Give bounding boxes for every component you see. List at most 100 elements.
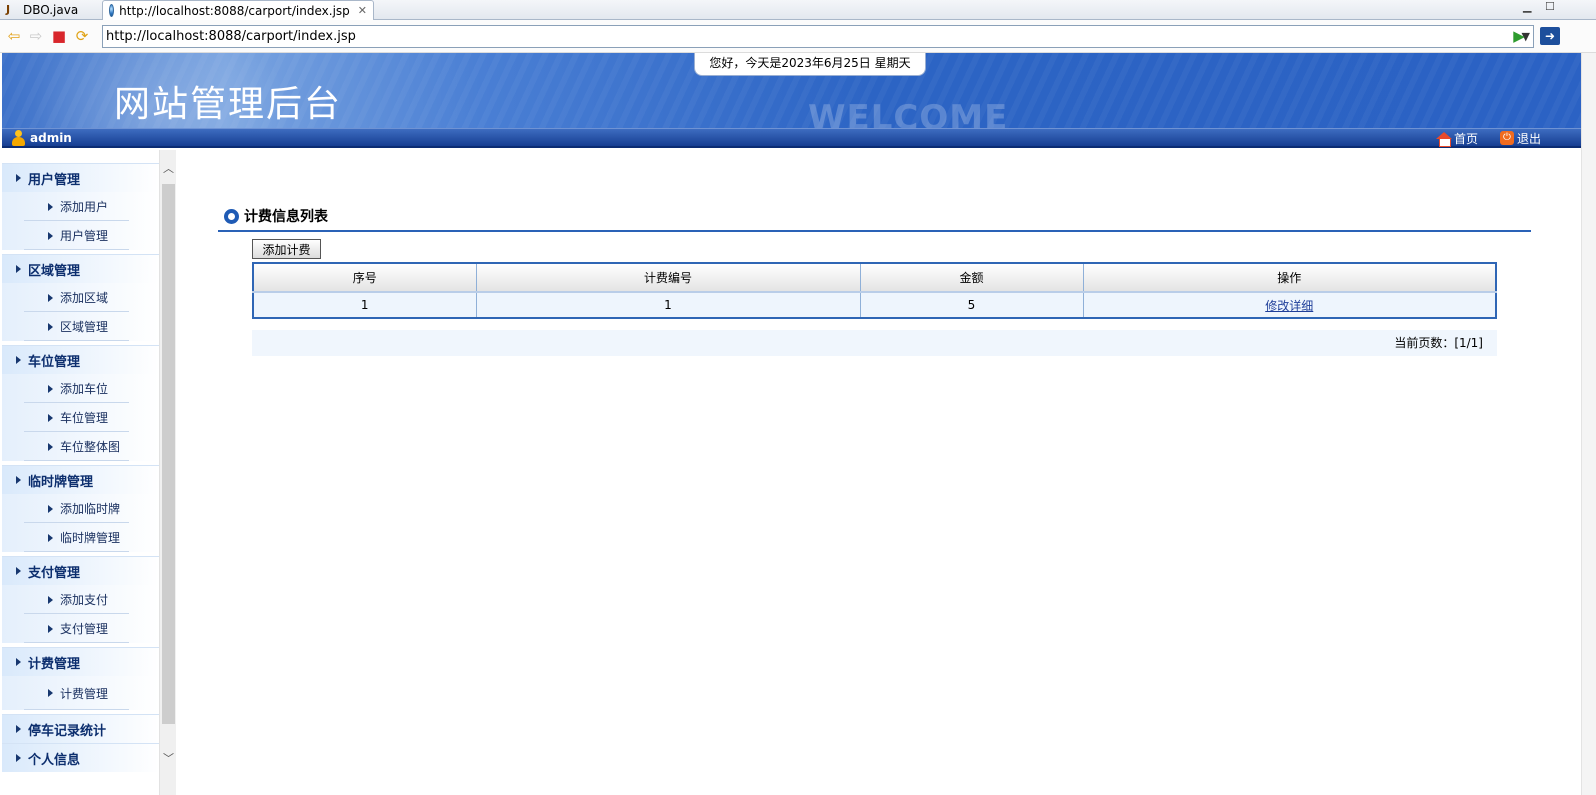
close-tab-icon[interactable]: ✕ (358, 4, 367, 17)
caret-right-icon (16, 754, 21, 762)
site-header: 网站管理后台 WELCOME 您好，今天是2023年6月25日 星期天 (2, 53, 1596, 130)
caret-right-icon (48, 293, 53, 302)
stop-icon[interactable]: ■ (50, 27, 68, 45)
logout-link[interactable]: ⏻ 退出 (1500, 129, 1541, 147)
sidebar-item-area-manage[interactable]: 区域管理 (2, 312, 159, 341)
sidebar-item-label: 车位整体图 (60, 440, 121, 454)
sidebar-item-payment-manage[interactable]: 支付管理 (2, 614, 159, 643)
sidebar-group-label: 个人信息 (28, 752, 81, 768)
editor-tab-label: http://localhost:8088/carport/index.jsp (119, 3, 350, 18)
editor-tab-browser[interactable]: http://localhost:8088/carport/index.jsp … (102, 0, 374, 20)
sidebar-menu: 用户管理 添加用户 用户管理 区域管理 添加区域 区域管理 车位管理 添加车位 … (2, 150, 159, 795)
section-title: 计费信息列表 (224, 206, 328, 226)
sidebar-item-billing-manage[interactable]: 计费管理 (2, 676, 159, 710)
date-greeting: 您好，今天是2023年6月25日 星期天 (694, 53, 926, 76)
sidebar-group-parking-stats[interactable]: 停车记录统计 (2, 714, 159, 743)
billing-table: 序号 计费编号 金额 操作 1 1 5 修改详细 (252, 262, 1497, 319)
caret-right-icon (16, 476, 21, 484)
caret-right-icon (16, 356, 21, 364)
edit-link[interactable]: 修改 (1265, 299, 1289, 313)
table-header-row: 序号 计费编号 金额 操作 (252, 262, 1497, 293)
logout-label: 退出 (1517, 131, 1542, 146)
sidebar-item-label: 添加车位 (60, 382, 109, 396)
url-text: http://localhost:8088/carport/index.jsp (106, 29, 356, 44)
title-divider (218, 230, 1531, 232)
caret-right-icon (48, 231, 53, 240)
sidebar-group-label: 车位管理 (28, 354, 81, 370)
caret-right-icon (48, 504, 53, 513)
detail-link[interactable]: 详细 (1289, 299, 1313, 313)
column-header-index: 序号 (252, 262, 477, 293)
user-icon (12, 130, 25, 146)
sidebar-item-label: 添加临时牌 (60, 502, 121, 516)
pagination-info: 当前页数：[1/1] (252, 330, 1497, 356)
editor-tab-bar: J DBO.java http://localhost:8088/carport… (0, 0, 1596, 20)
sidebar-scrollbar[interactable]: ︿ ﹀ (159, 150, 176, 795)
scroll-up-icon[interactable]: ︿ (163, 160, 174, 176)
caret-right-icon (48, 533, 53, 542)
sidebar-item-space-overview[interactable]: 车位整体图 (2, 432, 159, 461)
sidebar-group-temp-plate[interactable]: 临时牌管理 (2, 465, 159, 494)
sidebar-item-label: 区域管理 (60, 320, 109, 334)
caret-right-icon (16, 265, 21, 273)
sidebar-group-label: 区域管理 (28, 263, 81, 279)
java-file-icon: J (6, 3, 11, 16)
cell-amount: 5 (859, 291, 1084, 319)
scroll-down-icon[interactable]: ﹀ (163, 750, 174, 766)
ring-bullet-icon (224, 208, 239, 224)
browser-settings-icon[interactable]: ➜ (1540, 27, 1560, 45)
site-title: 网站管理后台 (114, 84, 343, 125)
editor-tab-dbo-java[interactable]: J DBO.java (0, 0, 102, 20)
sidebar-item-add-space[interactable]: 添加车位 (2, 374, 159, 403)
cell-code: 1 (475, 291, 861, 319)
sidebar-group-profile[interactable]: 个人信息 (2, 743, 159, 772)
sidebar-item-add-area[interactable]: 添加区域 (2, 283, 159, 312)
go-icon[interactable]: ▶ (1510, 27, 1528, 45)
caret-right-icon (16, 658, 21, 666)
caret-right-icon (16, 567, 21, 575)
browser-toolbar: ⇦ ⇨ ■ ⟳ http://localhost:8088/carport/in… (0, 20, 1596, 53)
home-icon (1436, 131, 1452, 147)
sidebar-group-payment[interactable]: 支付管理 (2, 556, 159, 585)
url-input[interactable]: http://localhost:8088/carport/index.jsp … (102, 25, 1534, 48)
power-icon: ⏻ (1500, 131, 1514, 145)
sidebar-item-label: 临时牌管理 (60, 531, 121, 545)
home-link[interactable]: 首页 (1436, 129, 1478, 147)
cell-actions: 修改详细 (1082, 291, 1497, 319)
caret-right-icon (48, 202, 53, 211)
sidebar-group-user[interactable]: 用户管理 (2, 163, 159, 192)
caret-right-icon (16, 725, 21, 733)
maximize-icon[interactable]: ☐ (1545, 0, 1555, 13)
back-arrow-icon[interactable]: ⇦ (5, 27, 23, 45)
caret-right-icon (48, 624, 53, 633)
sidebar-item-add-payment[interactable]: 添加支付 (2, 585, 159, 614)
sidebar-group-label: 停车记录统计 (28, 723, 107, 739)
forward-arrow-icon[interactable]: ⇨ (27, 27, 45, 45)
caret-right-icon (48, 595, 53, 604)
caret-right-icon (48, 413, 53, 422)
sidebar-item-add-temp-plate[interactable]: 添加临时牌 (2, 494, 159, 523)
add-billing-button[interactable]: 添加计费 (252, 239, 321, 259)
sidebar-item-user-manage[interactable]: 用户管理 (2, 221, 159, 250)
current-user: admin (12, 129, 72, 147)
column-header-actions: 操作 (1082, 262, 1497, 293)
refresh-icon[interactable]: ⟳ (73, 27, 91, 45)
sidebar-group-parking-space[interactable]: 车位管理 (2, 345, 159, 374)
sidebar-item-temp-plate-manage[interactable]: 临时牌管理 (2, 523, 159, 552)
sidebar-item-label: 车位管理 (60, 411, 109, 425)
sidebar-item-label: 添加支付 (60, 593, 109, 607)
sidebar-item-space-manage[interactable]: 车位管理 (2, 403, 159, 432)
user-name: admin (30, 131, 72, 145)
sidebar-group-label: 临时牌管理 (28, 474, 94, 490)
section-title-text: 计费信息列表 (244, 209, 328, 225)
sidebar-item-label: 添加用户 (60, 200, 109, 214)
cell-index: 1 (252, 291, 477, 319)
sidebar-group-area[interactable]: 区域管理 (2, 254, 159, 283)
sidebar-item-label: 用户管理 (60, 229, 109, 243)
caret-right-icon (16, 174, 21, 182)
minimize-icon[interactable]: ▁ (1523, 0, 1531, 13)
sidebar-group-billing[interactable]: 计费管理 (2, 647, 159, 676)
editor-tab-label: DBO.java (23, 3, 79, 17)
scrollbar-thumb[interactable] (162, 184, 175, 724)
sidebar-item-add-user[interactable]: 添加用户 (2, 192, 159, 221)
